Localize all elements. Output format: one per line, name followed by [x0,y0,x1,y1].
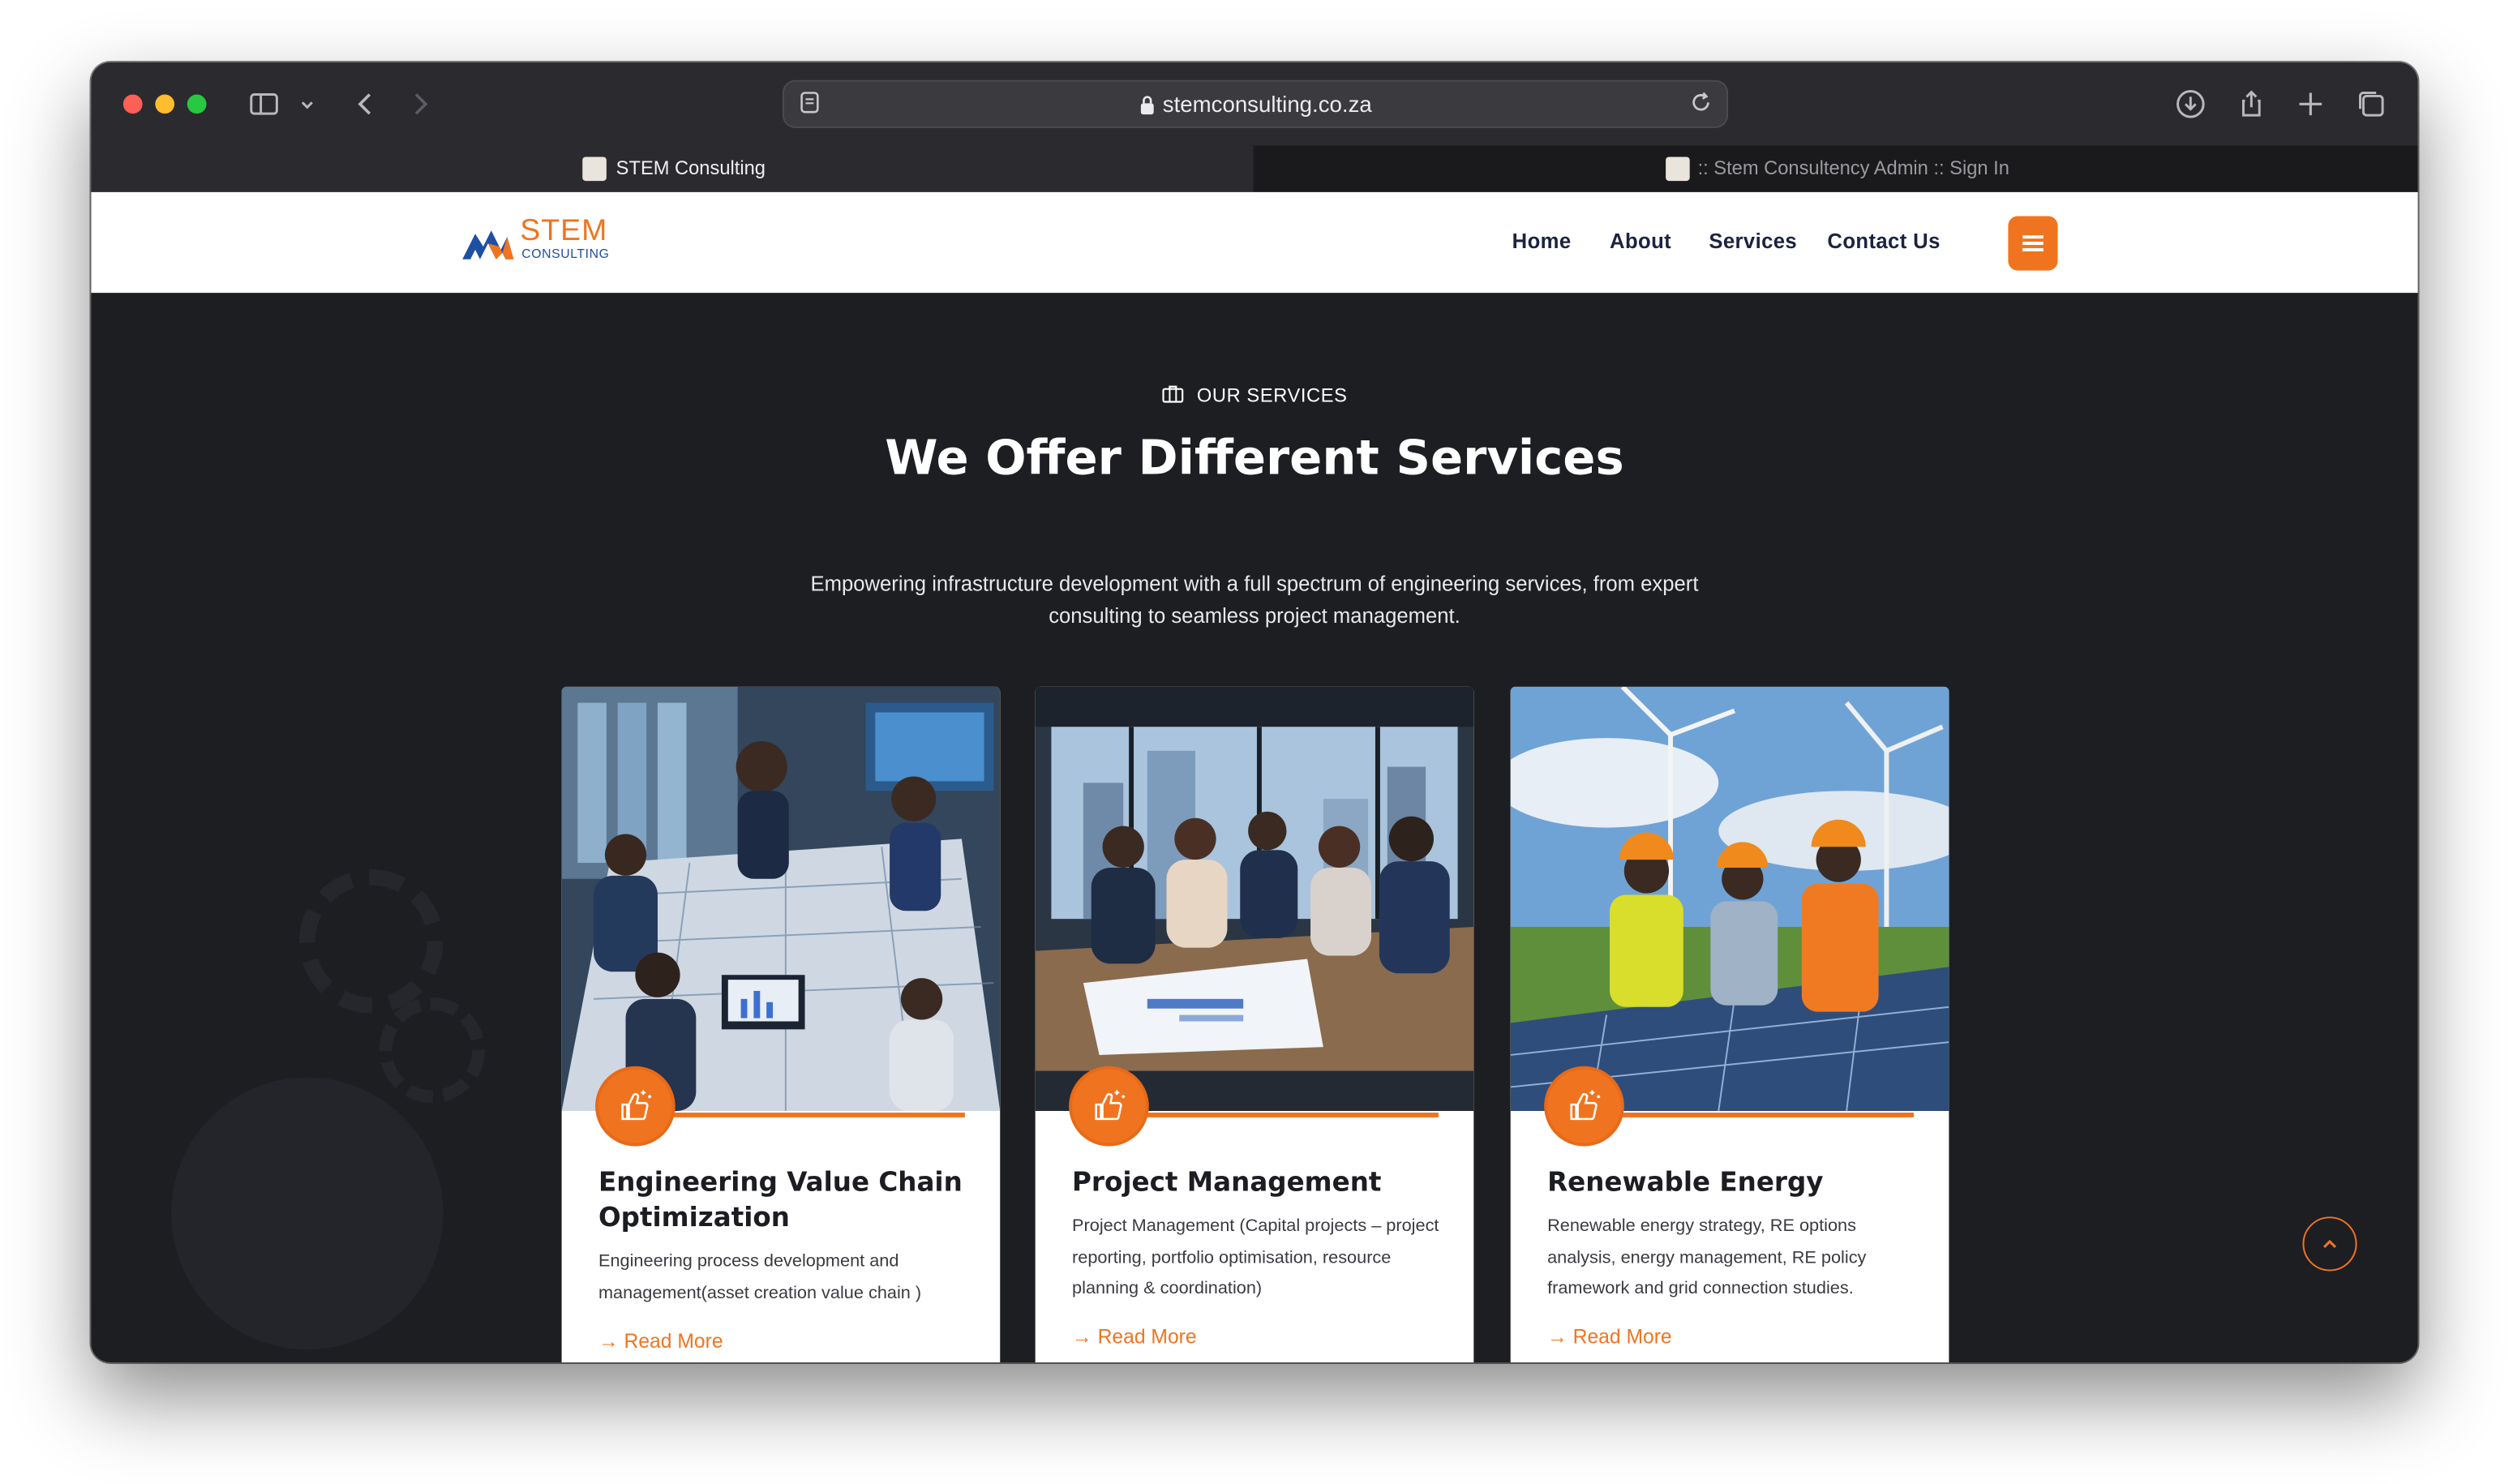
arrow-right-icon: → [1072,1325,1092,1349]
section-heading: We Offer Different Services [885,431,1624,487]
section-subheading: Empowering infrastructure development wi… [810,571,1699,628]
read-more-link[interactable]: → Read More [598,1330,723,1353]
tab-overview-icon[interactable] [2356,88,2387,120]
card-description: Engineering process development and mana… [598,1251,922,1302]
logo-mark-icon [462,230,514,259]
service-photo-project-meeting [1035,686,1474,1112]
forward-icon[interactable] [405,88,436,120]
service-card[interactable]: Renewable Energy Renewable energy strate… [1510,686,1949,1362]
arrow-right-icon: → [598,1330,619,1353]
arrow-right-icon: → [1547,1325,1568,1349]
browser-toolbar: stemconsulting.co.za [91,62,2418,146]
nav-services[interactable]: Services [1709,229,1797,253]
service-badge [1072,1069,1146,1143]
read-more-link[interactable]: → Read More [1072,1326,1197,1349]
downloads-icon[interactable] [2175,88,2207,120]
card-description: Project Management (Capital projects – p… [1072,1216,1439,1299]
share-icon[interactable] [2236,88,2267,120]
thumbs-up-sparkle-icon [1095,1090,1126,1121]
card-title: Engineering Value Chain Optimization [598,1167,963,1233]
logo-word: STEM [520,214,608,248]
site-favicon-icon [582,157,607,182]
nav-about[interactable]: About [1610,229,1671,253]
chevron-up-icon [2322,1239,2337,1248]
zoom-window-button[interactable] [187,94,207,114]
chevron-down-icon[interactable] [296,88,319,120]
services-section: OUR SERVICES We Offer Different Services… [91,293,2418,1362]
nav-home[interactable]: Home [1512,229,1572,253]
card-title: Renewable Energy [1547,1167,1824,1198]
logo-tagline: CONSULTING [521,247,610,261]
service-badge [598,1069,672,1143]
briefcase-icon [1161,384,1184,404]
back-icon[interactable] [349,88,380,120]
lock-icon [1139,94,1155,115]
close-window-button[interactable] [122,94,143,114]
eyebrow-text: OUR SERVICES [1196,384,1348,407]
site-favicon-icon [1666,157,1690,182]
service-photo-engineering-meeting [561,686,1001,1112]
service-badge [1547,1069,1621,1143]
card-accent-line [1580,1113,1914,1117]
sidebar-toggle-icon[interactable] [248,88,280,120]
site-header: STEM CONSULTING Home About Services Cont… [91,191,2418,294]
card-accent-line [632,1113,965,1117]
read-more-label: Read More [624,1330,723,1353]
card-description: Renewable energy strategy, RE options an… [1547,1216,1867,1299]
nav-contact-us[interactable]: Contact Us [1827,229,1940,253]
browser-window: stemconsulting.co.za STEM Consulting:: … [91,62,2418,1362]
tab-admin-sign-in[interactable]: :: Stem Consultency Admin :: Sign In [1254,145,2418,192]
menu-button[interactable] [2008,216,2058,271]
url-display: stemconsulting.co.za [784,91,1726,118]
address-bar[interactable]: stemconsulting.co.za [782,79,1729,128]
read-more-label: Read More [1097,1325,1197,1349]
gear-decoration-icon [298,869,444,1014]
url-text: stemconsulting.co.za [1162,91,1372,118]
card-title: Project Management [1072,1167,1382,1198]
tab-bar: STEM Consulting :: Stem Consultency Admi… [91,145,2418,192]
minimize-window-button[interactable] [155,94,175,114]
read-more-link[interactable]: → Read More [1547,1326,1672,1349]
tab-stem-consulting[interactable]: STEM Consulting [91,145,1254,192]
site-logo[interactable]: STEM CONSULTING [461,214,620,265]
service-photo-renewable-energy [1510,686,1949,1112]
tab-title: :: Stem Consultency Admin :: Sign In [1697,157,2009,180]
tab-title: STEM Consulting [615,157,766,180]
thumbs-up-sparkle-icon [621,1090,652,1121]
service-card[interactable]: Project Management Project Management (C… [1035,686,1474,1362]
service-card[interactable]: Engineering Value Chain Optimization Eng… [561,686,1001,1362]
section-eyebrow: OUR SERVICES [91,384,2417,407]
read-more-label: Read More [1572,1325,1672,1349]
decorative-circle [171,1077,444,1350]
card-accent-line [1105,1113,1439,1117]
scroll-to-top-button[interactable] [2302,1216,2357,1272]
new-tab-icon[interactable] [2295,88,2327,120]
gear-decoration-icon [379,997,485,1104]
reload-icon[interactable] [1688,90,1714,116]
thumbs-up-sparkle-icon [1570,1090,1601,1121]
